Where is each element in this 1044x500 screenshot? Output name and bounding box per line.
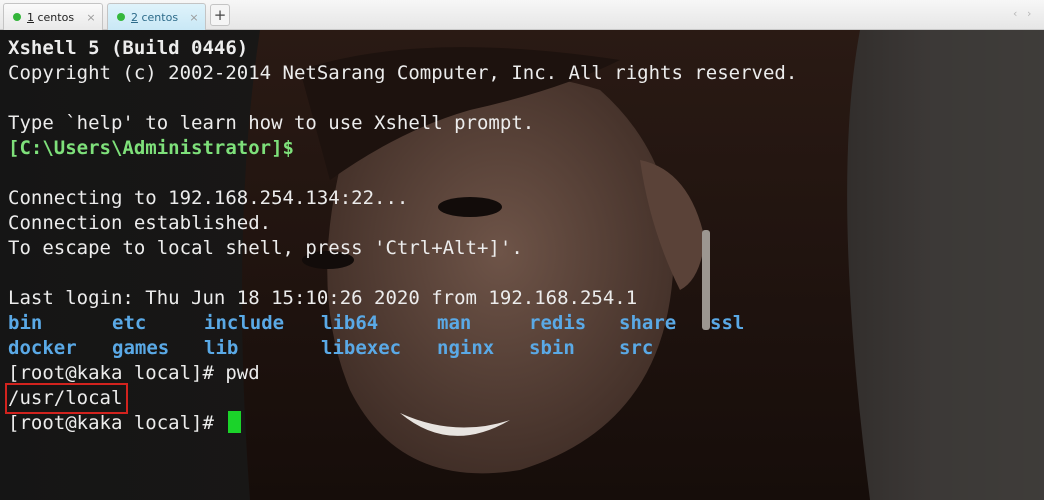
directory-entry: sbin [529,337,575,359]
connected-status-dot-icon [117,13,125,21]
add-tab-button[interactable]: + [210,4,230,26]
escape-hint: To escape to local shell, press 'Ctrl+Al… [8,237,523,259]
connected-status-dot-icon [13,13,21,21]
directory-entry: include [204,312,285,334]
directory-entry: lib64 [321,312,379,334]
directory-entry: src [619,337,654,359]
current-prompt-line[interactable]: [root@kaka local]# [8,411,797,436]
directory-entry: man [437,312,472,334]
directory-entry: lib [204,337,239,359]
highlighted-pwd-output: /usr/local [4,383,129,414]
directory-entry: libexec [321,337,402,359]
terminal-output: Xshell 5 (Build 0446) Copyright (c) 2002… [4,36,798,436]
connection-established-message: Connection established. [8,212,272,234]
ls-output-row-1: bin etc include lib64 man redis share ss… [8,311,797,336]
tab-1-centos[interactable]: 1 centos × [3,3,103,30]
last-login-message: Last login: Thu Jun 18 15:10:26 2020 fro… [8,287,638,309]
connecting-message: Connecting to 192.168.254.134:22... [8,187,409,209]
shell-prompt: [root@kaka local]# [8,412,226,434]
directory-entry: etc [112,312,147,334]
tab-bar: 1 centos × 2 centos × + ‹ › [0,0,1044,30]
directory-entry: docker [8,337,77,359]
ls-output-row-2: docker games lib libexec nginx sbin src [8,336,797,361]
directory-entry: redis [529,312,587,334]
banner-copyright: Copyright (c) 2002-2014 NetSarang Comput… [8,62,798,84]
banner-title: Xshell 5 (Build 0446) [8,37,249,59]
directory-entry: ssl [710,312,745,334]
terminal-window[interactable]: Xshell 5 (Build 0446) Copyright (c) 2002… [0,30,1044,500]
tab-label: 1 centos [27,10,75,24]
help-hint: Type `help' to learn how to use Xshell p… [8,112,535,134]
directory-entry: bin [8,312,43,334]
tab-2-centos[interactable]: 2 centos × [107,3,206,30]
pwd-output-line: /usr/local [4,383,797,414]
text-cursor [228,411,242,433]
pwd-command-line: [root@kaka local]# pwd [8,362,260,384]
directory-entry: share [619,312,677,334]
tab-label: 2 centos [131,10,179,24]
local-prompt: [C:\Users\Administrator]$ [8,137,294,159]
scroll-tabs-right-icon[interactable]: › [1027,7,1031,20]
close-icon[interactable]: × [186,11,202,24]
scroll-tabs-left-icon[interactable]: ‹ [1013,7,1017,20]
directory-entry: nginx [437,337,495,359]
close-icon[interactable]: × [83,11,99,24]
directory-entry: games [112,337,170,359]
